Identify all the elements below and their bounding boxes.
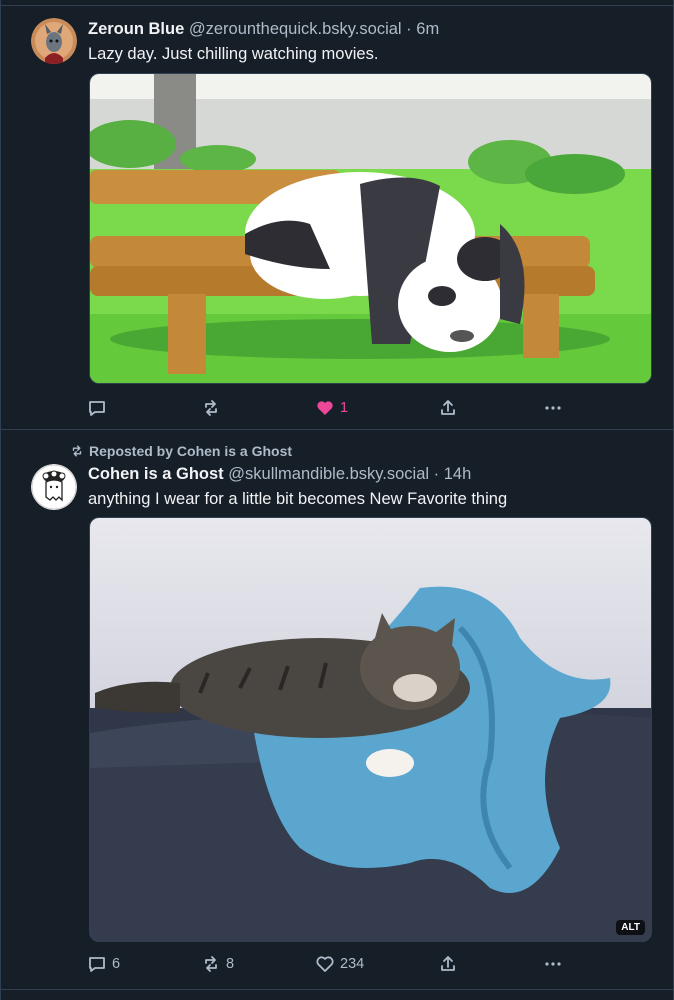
separator: ·	[433, 465, 440, 483]
post-header: Zeroun Blue @zerounthequick.bsky.social …	[88, 19, 653, 39]
heart-filled-icon	[317, 401, 333, 415]
alt-badge[interactable]: ALT	[616, 920, 645, 935]
repost-button[interactable]: 8	[201, 952, 234, 976]
share-icon	[441, 956, 455, 971]
panda-gif-image[interactable]	[89, 73, 652, 384]
share-icon	[441, 400, 455, 415]
reply-count: 6	[112, 956, 121, 972]
author-handle[interactable]: @zerounthequick.bsky.social	[189, 20, 402, 38]
repost-indicator[interactable]: Reposted by Cohen is a Ghost	[70, 443, 292, 459]
reply-button[interactable]: 6	[87, 952, 120, 976]
heart-icon	[316, 956, 334, 972]
timestamp[interactable]: 14h	[444, 465, 472, 483]
reply-button[interactable]	[87, 396, 112, 420]
share-button[interactable]	[438, 396, 458, 420]
author-name[interactable]: Cohen is a Ghost	[88, 465, 224, 483]
separator: ·	[406, 20, 412, 38]
post-actions: 1	[87, 396, 567, 420]
share-button[interactable]	[438, 952, 458, 976]
like-button[interactable]: 1	[315, 396, 348, 420]
author-name[interactable]: Zeroun Blue	[88, 20, 184, 38]
cat-photo-image[interactable]: ALT	[89, 517, 652, 942]
post[interactable]: Reposted by Cohen is a Ghost Cohen is a …	[1, 431, 673, 990]
post-text: anything I wear for a little bit becomes…	[88, 490, 508, 508]
repost-icon	[205, 400, 217, 416]
reply-icon	[89, 401, 105, 416]
repost-count: 8	[226, 956, 235, 972]
repost-label: Reposted by Cohen is a Ghost	[89, 443, 293, 459]
reply-icon	[89, 957, 105, 972]
more-options-button[interactable]	[543, 952, 563, 976]
post-text: Lazy day. Just chilling watching movies.	[88, 45, 379, 63]
repost-icon	[72, 445, 82, 457]
repost-button[interactable]	[201, 396, 226, 420]
timestamp[interactable]: 6m	[416, 20, 439, 38]
ellipsis-icon	[545, 962, 561, 966]
like-count: 234	[340, 956, 365, 972]
post[interactable]: Zeroun Blue @zerounthequick.bsky.social …	[1, 6, 673, 430]
more-options-button[interactable]	[543, 396, 563, 420]
avatar[interactable]	[31, 464, 77, 510]
ellipsis-icon	[545, 406, 561, 410]
repost-icon	[205, 956, 217, 972]
avatar[interactable]	[31, 18, 77, 64]
post-header: Cohen is a Ghost @skullmandible.bsky.soc…	[88, 464, 653, 484]
post-actions: 6 8 234	[87, 952, 567, 976]
like-count: 1	[340, 400, 349, 416]
like-button[interactable]: 234	[315, 952, 364, 976]
author-handle[interactable]: @skullmandible.bsky.social	[228, 465, 429, 483]
feed: Zeroun Blue @zerounthequick.bsky.social …	[0, 0, 674, 1000]
